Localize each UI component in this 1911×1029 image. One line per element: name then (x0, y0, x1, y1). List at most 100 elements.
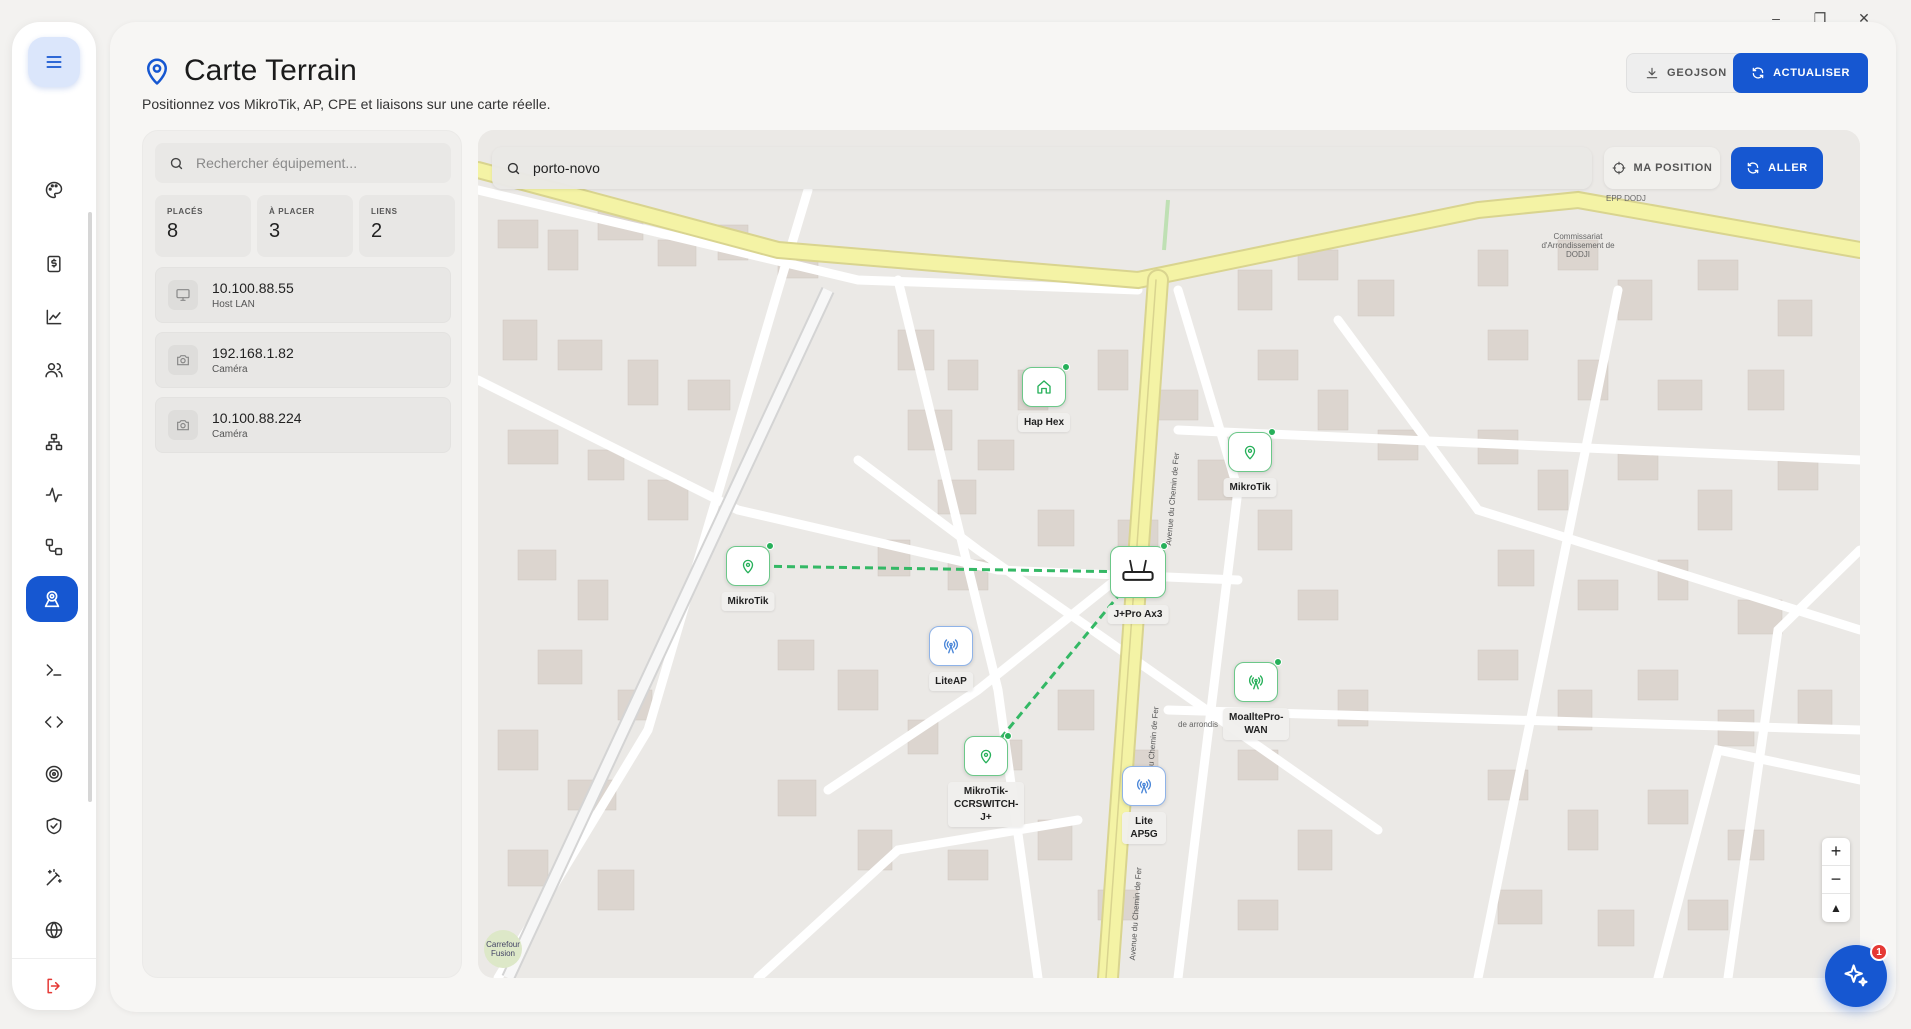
network-link[interactable] (747, 564, 1139, 574)
map-node-jpro-ax3[interactable] (1110, 546, 1166, 598)
network-icon (45, 433, 63, 451)
sidebar-item-terminal[interactable] (40, 656, 68, 684)
users-icon (45, 363, 63, 378)
network-link[interactable] (984, 571, 1140, 757)
activity-icon (45, 487, 63, 503)
compass-button[interactable]: ▲ (1822, 894, 1850, 922)
sidebar-item-target[interactable] (40, 760, 68, 788)
zoom-out-button[interactable]: − (1822, 866, 1850, 894)
sidebar-item-billing[interactable] (40, 250, 68, 278)
map-search-input[interactable]: porto-novo (492, 147, 1592, 189)
sidebar-item-magic[interactable] (40, 864, 68, 892)
map-node-moaiitepro-wan[interactable] (1234, 662, 1278, 702)
map-node-lite-ap5g[interactable] (1122, 766, 1166, 806)
poi-carrefour[interactable]: Carrefour Fusion (484, 930, 522, 968)
my-position-button[interactable]: MA POSITION (1604, 147, 1720, 189)
refresh-icon (1752, 67, 1764, 79)
sidebar-item-activity[interactable] (40, 481, 68, 509)
equipment-item[interactable]: 192.168.1.82 Caméra (155, 332, 451, 388)
stat-value: 2 (371, 220, 383, 242)
map-pin-icon (147, 58, 167, 85)
stat-label: LIENS (371, 207, 398, 216)
sidebar-item-code[interactable] (40, 708, 68, 736)
target-icon (45, 765, 63, 783)
camera-icon (168, 345, 198, 375)
page-subtitle: Positionnez vos MikroTik, AP, CPE et lia… (142, 96, 551, 112)
stats-row: PLACÉS 8 À PLACER 3 LIENS 2 (155, 195, 455, 257)
sidebar-item-map[interactable] (26, 576, 78, 622)
download-icon (1646, 67, 1658, 79)
logout-icon (47, 978, 60, 994)
sidebar-item-palette[interactable] (40, 176, 68, 204)
geojson-label: GEOJSON (1666, 67, 1727, 79)
map-label-epp: EPP DODJ (1606, 194, 1646, 203)
sidebar-item-network[interactable] (40, 428, 68, 456)
router-icon (1122, 559, 1154, 581)
map-label-arrondis: de arrondis (1178, 720, 1219, 729)
sidebar (12, 22, 96, 1010)
home-icon (1037, 380, 1051, 394)
sidebar-scrollbar[interactable] (88, 212, 92, 802)
links-layer (747, 564, 1140, 757)
stat-value: 8 (167, 220, 179, 242)
sidebar-separator (12, 958, 96, 959)
crosshair-icon (1612, 161, 1625, 175)
camera-icon (168, 410, 198, 440)
notification-badge: 1 (1870, 943, 1888, 961)
terminal-icon (46, 664, 62, 676)
equipment-search-input[interactable]: Rechercher équipement... (155, 143, 451, 183)
sidebar-item-logout[interactable] (40, 972, 68, 1000)
map-node-mikrotik-west[interactable] (726, 546, 770, 586)
node-label: J+Pro Ax3 (1107, 605, 1169, 624)
node-label: LiteAP (929, 672, 973, 691)
sidebar-item-globe[interactable] (40, 916, 68, 944)
workflow-icon (45, 538, 63, 556)
sidebar-item-security[interactable] (40, 812, 68, 840)
equipment-info: 10.100.88.224 Caméra (212, 410, 302, 440)
map-pin-icon (1244, 445, 1256, 460)
geojson-button[interactable]: GEOJSON (1625, 53, 1746, 93)
node-label: Hap Hex (1017, 413, 1071, 432)
palette-icon (45, 181, 63, 199)
map-label-commissariat: Commissariat d'Arrondissement de DODJI (1541, 232, 1615, 259)
stat-label: À PLACER (269, 207, 315, 216)
line-chart-icon (46, 309, 62, 325)
sidebar-item-users[interactable] (40, 356, 68, 384)
hamburger-icon (46, 56, 62, 68)
zoom-in-button[interactable]: + (1822, 838, 1850, 866)
equipment-search-placeholder: Rechercher équipement... (196, 155, 358, 171)
code-icon (44, 716, 64, 728)
search-icon (507, 162, 520, 174)
main-panel: Carte Terrain Positionnez vos MikroTik, … (110, 22, 1896, 1012)
sidebar-item-analytics[interactable] (40, 303, 68, 331)
map-pin-icon (742, 559, 754, 574)
equipment-type: Caméra (212, 429, 248, 440)
globe-icon (45, 921, 63, 939)
sidebar-item-workflow[interactable] (40, 533, 68, 561)
equipment-ip: 192.168.1.82 (212, 345, 294, 361)
equipment-item[interactable]: 10.100.88.55 Host LAN (155, 267, 451, 323)
monitor-icon (168, 280, 198, 310)
map-node-ccrswitch[interactable] (964, 736, 1008, 776)
antenna-icon (944, 639, 958, 654)
equipment-type: Host LAN (212, 299, 255, 310)
map-pin-user-icon (44, 590, 60, 608)
go-button[interactable]: ALLER (1731, 147, 1823, 189)
equipment-ip: 10.100.88.224 (212, 410, 302, 426)
refresh-button[interactable]: ACTUALISER (1733, 53, 1868, 93)
page-title: Carte Terrain (184, 54, 357, 87)
menu-button[interactable] (28, 37, 80, 87)
equipment-panel: Rechercher équipement... PLACÉS 8 À PLAC… (142, 130, 462, 978)
shield-check-icon (46, 817, 62, 835)
map-node-liteap[interactable] (929, 626, 973, 666)
map-view[interactable]: EPP DODJ Commissariat d'Arrondissement d… (478, 130, 1860, 978)
status-dot-online (1274, 658, 1282, 666)
status-dot-online (1268, 428, 1276, 436)
stat-label: PLACÉS (167, 207, 204, 216)
status-dot-online (766, 542, 774, 550)
magic-wand-icon (46, 868, 62, 886)
equipment-item[interactable]: 10.100.88.224 Caméra (155, 397, 451, 453)
go-label: ALLER (1768, 162, 1808, 174)
map-node-hap-hex[interactable] (1022, 367, 1066, 407)
map-node-mikrotik-east[interactable] (1228, 432, 1272, 472)
